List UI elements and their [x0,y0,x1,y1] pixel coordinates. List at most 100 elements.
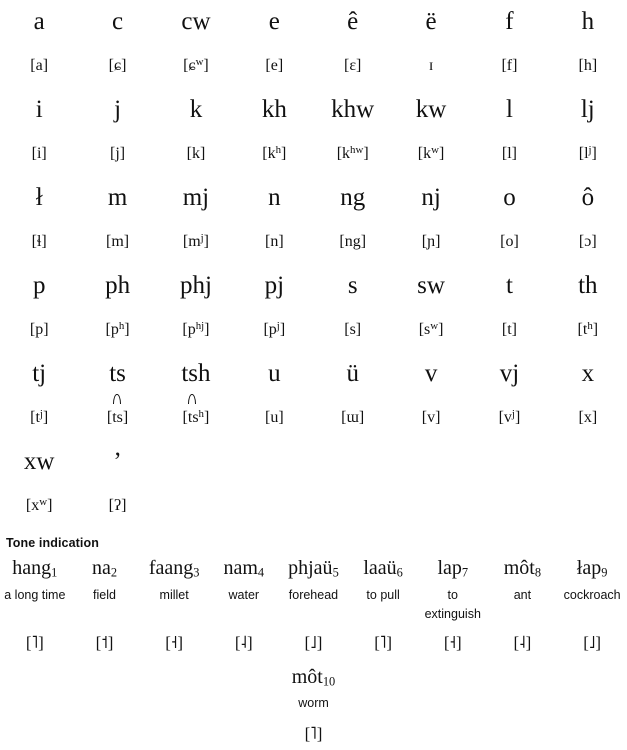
alphabet-letter-cell: vj [499,360,520,387]
tone-last-gloss: worm [298,696,329,710]
ipa-superscript: h [198,408,204,421]
tone-table: hang1 na2 faang3 nam4 phjaü5 laaü6 lap7 môt8 łap… [0,552,627,660]
tone-word: na2 [91,557,118,580]
alphabet-ipa-cell: [th] [577,320,599,338]
ipa-superscript: hw [350,144,364,157]
tone-number: 4 [257,565,265,580]
alphabet-letter-row: ł m mj n ng nj o ô [0,176,627,220]
tone-marks-row: [˥] [˦] [˧] [˨] [˩] [˥] [˧] [˨] [˩] [0,628,627,660]
alphabet-letter-cell: k [189,96,203,123]
tone-mark: [˥] [25,633,44,652]
alphabet-letter-cell: tsh [181,360,211,387]
ipa-superscript: hj [195,320,205,333]
alphabet-ipa-cell: [ɯ] [341,409,365,426]
tone-word: faang3 [148,557,200,580]
ipa-superscript: w [431,144,439,157]
alphabet-ipa-cell: [t] [501,321,517,338]
tone-word: laaü6 [363,557,403,580]
alphabet-letter-cell: a [33,8,45,35]
alphabet-ipa-row: [tj] [ts][tsh] [u] [ɯ] [v] [vj] [x] [0,394,627,440]
tone-gloss: cockroach [563,588,621,602]
tone-mark: [˧] [443,633,462,652]
alphabet-letter-cell: ts [109,360,126,387]
tie-bar-icon [112,394,121,404]
alphabet-ipa-cell: [i] [31,145,47,162]
alphabet-letter-row: a c cw e ê ë f h [0,0,627,44]
alphabet-ipa-cell: [ɔ] [578,233,597,250]
alphabet-letter-cell: ’ [113,448,122,475]
tone-word: môt8 [503,557,542,580]
alphabet-ipa-cell: [ɕw] [183,56,209,74]
alphabet-ipa-cell: [ph] [105,320,130,338]
alphabet-ipa-row: [p] [ph] [phj] [pj] [s] [sw] [t] [th] [0,308,627,352]
tone-gloss: water [228,588,260,602]
tie-bar-icon [188,394,197,404]
alphabet-empty-cell [314,484,392,528]
tone-gloss: to pull [366,588,400,602]
alphabet-ipa-row: [ɬ] [m] [mj] [n] [ng] [ɲ] [o] [ɔ] [0,220,627,264]
alphabet-letter-cell: phj [179,272,212,299]
alphabet-letter-cell: ph [105,272,131,299]
alphabet-grid: a c cw e ê ë f h [a] [ɕ] [ɕw] [e] [ɛ] ɪ [f] [h] i j k kh khw… [0,0,627,528]
alphabet-ipa-cell: [o] [500,233,519,250]
alphabet-ipa-row: [i] [j] [k] [kh] [khw] [kw] [l] [lj] [0,132,627,176]
alphabet-letter-cell: ô [581,184,595,211]
alphabet-empty-cell [314,440,392,484]
ipa-superscript: h [118,320,125,333]
tone-number: 7 [461,565,469,580]
tone-word: phjaü5 [288,557,339,580]
alphabet-ipa-cell: [x] [578,409,598,426]
alphabet-letter-cell: nj [421,184,441,211]
alphabet-ipa-cell: [kw] [417,144,445,162]
alphabet-ipa-cell: [mj] [182,232,209,250]
alphabet-letter-cell: u [268,360,281,387]
tone-mark: [˨] [513,633,532,652]
tone-gloss: to extinguish [424,588,481,621]
alphabet-letter-cell: x [581,360,595,387]
ipa-superscript: j [39,408,43,421]
tone-last-mark: [˥] [304,724,323,743]
alphabet-letter-cell: o [503,184,516,211]
alphabet-letter-row: p ph phj pj s sw t th [0,264,627,308]
tone-gloss: forehead [288,588,339,602]
alphabet-ipa-cell: [kh] [262,144,287,162]
alphabet-sheet: a c cw e ê ë f h [a] [ɕ] [ɕw] [e] [ɛ] ɪ [f] [h] i j k kh khw… [0,0,627,743]
alphabet-letter-cell: khw [331,96,375,123]
ipa-superscript: j [200,232,204,245]
alphabet-ipa-cell: [tsh] [157,394,235,440]
alphabet-grid-body: a c cw e ê ë f h [a] [ɕ] [ɕw] [e] [ɛ] ɪ [f] [h] i j k kh khw… [0,0,627,528]
alphabet-ipa-cell: [ɲ] [421,233,441,250]
tone-mark: [˧] [165,633,184,652]
tone-last-table: môt10 worm [˥] [0,660,627,750]
alphabet-ipa-cell: [ɛ] [344,57,362,74]
alphabet-ipa-cell: [e] [265,57,284,74]
alphabet-ipa-cell: [ʔ] [108,497,127,514]
tone-word: lap7 [437,557,469,580]
tone-last-word-row: môt10 [0,660,627,694]
alphabet-ipa-cell: [ɕ] [108,57,127,74]
alphabet-ipa-cell: [ɬ] [31,233,47,250]
alphabet-ipa-cell: [l] [501,145,517,162]
alphabet-ipa-cell: [s] [344,321,362,338]
tone-word: łap9 [576,557,608,580]
alphabet-empty-cell [157,484,235,528]
alphabet-empty-cell [549,484,627,528]
tone-mark: [˨] [234,633,253,652]
alphabet-letter-cell: th [578,272,598,299]
alphabet-letter-cell: i [35,96,43,123]
alphabet-empty-cell [392,484,470,528]
ipa-superscript: w [39,496,48,509]
alphabet-ipa-cell: [phj] [182,320,210,338]
alphabet-empty-cell [235,484,313,528]
alphabet-letter-cell: ë [425,8,437,35]
tone-last-word: môt10 [291,666,336,689]
alphabet-letter-cell: j [114,96,122,123]
ipa-superscript: j [276,320,280,333]
alphabet-letter-cell: l [505,96,513,123]
ipa-superscript: j [588,144,592,157]
tone-gloss: millet [159,588,189,602]
tone-number: 9 [601,565,608,580]
tone-number: 10 [322,674,336,689]
alphabet-ipa-cell: [xw] [25,496,53,514]
alphabet-ipa-row: [a] [ɕ] [ɕw] [e] [ɛ] ɪ [f] [h] [0,44,627,88]
